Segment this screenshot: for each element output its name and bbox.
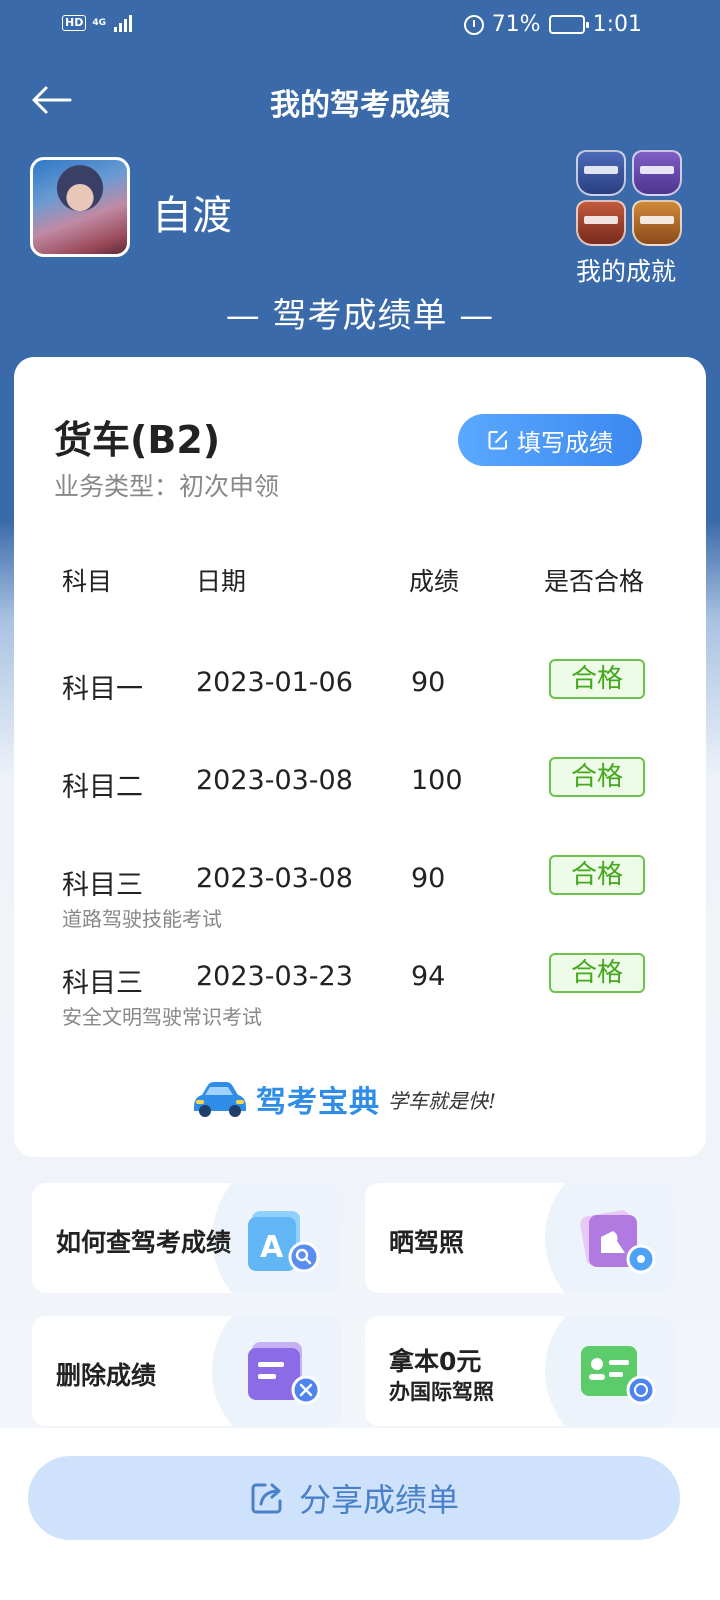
hd-icon: HD	[62, 15, 87, 31]
tile-share-license[interactable]: 晒驾照	[365, 1183, 675, 1293]
tile-label: 拿本0元	[389, 1347, 482, 1376]
column-header: 日期	[196, 567, 247, 596]
car-logo-icon	[194, 1082, 246, 1117]
column-header: 科目	[62, 567, 113, 596]
tile-label: 晒驾照	[389, 1228, 465, 1257]
score-cell: 90	[411, 667, 446, 698]
pass-badge: 合格	[549, 757, 645, 797]
fill-score-label: 填写成绩	[517, 428, 613, 457]
pass-badge: 合格	[549, 953, 645, 993]
header: 我的驾考成绩	[0, 70, 720, 130]
achievement-badges	[576, 150, 682, 246]
fill-score-button[interactable]: 填写成绩	[458, 414, 642, 466]
tile-how-to-query[interactable]: 如何查驾考成绩 A	[32, 1183, 342, 1293]
tile-label: 删除成绩	[56, 1361, 157, 1390]
delete-record-icon	[248, 1342, 321, 1405]
achievements-button[interactable]: 我的成就	[570, 150, 682, 288]
tile-international-license[interactable]: 拿本0元 办国际驾照	[365, 1316, 675, 1426]
date-cell: 2023-03-23	[196, 961, 353, 992]
bottom-bar: 分享成绩单	[0, 1428, 720, 1600]
brand-name: 驾考宝典	[256, 1085, 380, 1120]
username: 自渡	[152, 193, 232, 239]
brand-slogan: 学车就是快!	[388, 1088, 497, 1113]
date-cell: 2023-03-08	[196, 863, 353, 894]
table-row[interactable]: 科目三 2023-03-23 94 合格 安全文明驾驶常识考试	[14, 953, 706, 1041]
tile-delete-score[interactable]: 删除成绩	[32, 1316, 342, 1426]
score-card: 货车(B2) 业务类型：初次申领 填写成绩 科目 日期 成绩 是否合格 科目一 …	[14, 357, 706, 1157]
table-row[interactable]: 科目三 2023-03-08 90 合格 道路驾驶技能考试	[14, 855, 706, 943]
tile-label: 如何查驾考成绩	[56, 1228, 232, 1257]
achievements-label: 我的成就	[575, 257, 676, 286]
subject-description: 安全文明驾驶常识考试	[62, 1005, 262, 1029]
pass-badge: 合格	[549, 659, 645, 699]
brand-logo: 驾考宝典 学车就是快!	[190, 1077, 496, 1121]
battery-percent: 71%	[491, 12, 541, 37]
international-license-icon	[581, 1346, 656, 1405]
share-label: 分享成绩单	[298, 1481, 459, 1519]
status-bar: HD 4G 71% 1:01	[0, 0, 720, 54]
date-cell: 2023-03-08	[196, 765, 353, 796]
score-cell: 90	[411, 863, 446, 894]
date-cell: 2023-01-06	[196, 667, 353, 698]
share-icon	[251, 1483, 282, 1514]
subject-cell: 科目二	[62, 772, 143, 803]
badge-icon	[632, 150, 682, 196]
section-title: — 驾考成绩单 —	[225, 296, 495, 336]
status-right: 71% 1:01	[463, 12, 642, 37]
badge-icon	[576, 150, 626, 196]
tile-label: 办国际驾照	[389, 1380, 494, 1404]
page-title: 我的驾考成绩	[270, 88, 450, 123]
share-button[interactable]: 分享成绩单	[28, 1456, 680, 1540]
edit-icon	[488, 431, 507, 450]
score-cell: 100	[411, 765, 463, 796]
signal-icon	[114, 14, 132, 32]
column-header: 成绩	[409, 567, 460, 596]
subject-description: 道路驾驶技能考试	[62, 907, 222, 931]
badge-icon	[632, 200, 682, 246]
battery-icon	[548, 15, 589, 34]
column-header: 是否合格	[544, 567, 645, 596]
pass-badge: 合格	[549, 855, 645, 895]
clock: 1:01	[592, 12, 642, 37]
subject-cell: 科目三	[62, 870, 143, 901]
subject-cell: 科目三	[62, 968, 143, 999]
license-type: 货车(B2)	[54, 418, 221, 462]
photo-share-icon	[580, 1210, 656, 1274]
table-row[interactable]: 科目二 2023-03-08 100 合格	[14, 757, 706, 845]
svg-text:A: A	[260, 1230, 284, 1265]
table-row[interactable]: 科目一 2023-01-06 90 合格	[14, 659, 706, 747]
network-indicator: HD 4G	[62, 14, 132, 32]
badge-icon	[576, 200, 626, 246]
network-gen-label: 4G	[92, 17, 106, 28]
subject-cell: 科目一	[62, 674, 143, 705]
score-cell: 94	[411, 961, 446, 992]
search-document-icon: A	[248, 1211, 320, 1273]
business-type: 业务类型：初次申领	[54, 472, 280, 501]
avatar[interactable]	[30, 157, 130, 257]
alarm-icon	[463, 14, 484, 35]
